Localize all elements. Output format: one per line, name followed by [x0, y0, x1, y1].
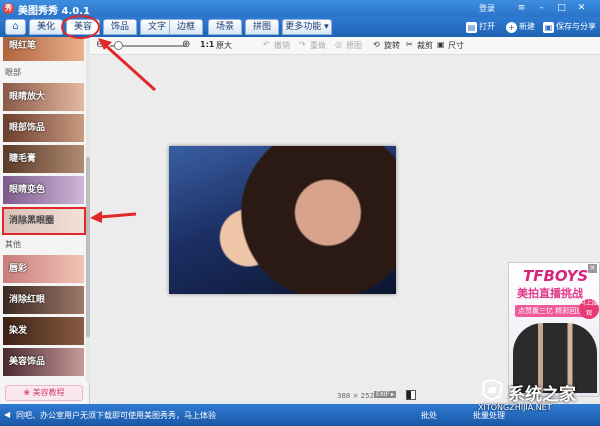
sidebar-item-lip-color[interactable]: 唇彩 — [3, 255, 84, 283]
open-label: 打开 — [479, 22, 495, 31]
speaker-icon: ◀ — [4, 410, 11, 419]
footprint-icon: ❀ — [23, 388, 33, 397]
control-bar: ⊖ ⊕ 1:1 原大 ↶ 撤销 ↷ 重做 ◎ 原图 ⟲ 旋转 ✂ 裁剪 ▣ 尺寸 — [90, 37, 600, 55]
save-icon: ▣ — [543, 21, 554, 33]
zoom-actual-button[interactable]: 1:1 — [200, 40, 214, 49]
beauty-tutorial-button[interactable]: ❀ 美容教程 — [5, 385, 83, 401]
section-eyes-label: 眼部 — [5, 68, 21, 77]
ad-badge: 马上围观 — [579, 299, 599, 319]
ad-close-icon[interactable]: ✕ — [588, 264, 597, 273]
tab-scene[interactable]: 场景 — [208, 19, 242, 35]
ad-banner[interactable]: TFBOYS 美拍直播挑战 点赞赢三亿 精彩回放 马上围观 — [508, 262, 600, 397]
compare-icon[interactable] — [406, 390, 416, 400]
watermark-title: 系统之家 — [508, 385, 576, 405]
menu-icon[interactable]: ≡ — [516, 3, 527, 14]
exif-button[interactable]: EXIF ▸ — [374, 391, 397, 398]
login-link[interactable]: 登录 — [479, 3, 495, 14]
save-label: 保存与分享 — [556, 22, 596, 31]
zoom-out-icon[interactable]: ⊖ — [96, 39, 104, 50]
original-button[interactable]: 原图 — [346, 40, 362, 51]
undo-button[interactable]: 撤销 — [274, 40, 290, 51]
annotation-box — [2, 207, 86, 235]
new-button[interactable]: + 新建 — [506, 20, 535, 34]
resize-button[interactable]: 尺寸 — [448, 40, 464, 51]
app-logo: 秀 — [3, 3, 14, 14]
original-icon[interactable]: ◎ — [335, 40, 342, 49]
crop-icon[interactable]: ✂ — [406, 40, 413, 49]
tab-beautify[interactable]: 美化 — [29, 19, 63, 35]
sidebar-item-enlarge-eyes[interactable]: 眼睛放大 — [3, 83, 84, 111]
close-icon[interactable]: ✕ — [576, 3, 587, 14]
watermark: 系统之家 XITONGZHIJIA.NET — [460, 378, 600, 418]
sidebar-item-beauty-accessories[interactable]: 美容饰品 — [3, 348, 84, 376]
save-share-button[interactable]: ▣ 保存与分享 — [543, 20, 596, 34]
title-bar: 秀 美图秀秀 4.0.1 登录 ≡ – □ ✕ — [0, 0, 600, 17]
section-other-label: 其他 — [5, 240, 21, 249]
tab-more-features[interactable]: 更多功能 ▾ — [282, 19, 332, 35]
sidebar-item-eye-accessories[interactable]: 眼部饰品 — [3, 114, 84, 142]
zoom-in-icon[interactable]: ⊕ — [182, 39, 190, 50]
tab-collage[interactable]: 拼图 — [245, 19, 279, 35]
redo-button[interactable]: 重做 — [310, 40, 326, 51]
sidebar-item-red-eye[interactable]: 消除红眼 — [3, 286, 84, 314]
zoom-slider-handle[interactable] — [114, 41, 123, 50]
original-size-button[interactable]: 原大 — [216, 40, 232, 51]
annotation-circle — [61, 15, 100, 39]
new-label: 新建 — [519, 22, 535, 31]
maximize-icon[interactable]: □ — [556, 3, 567, 14]
undo-icon[interactable]: ↶ — [263, 40, 270, 49]
batch-label[interactable]: 批处 — [421, 410, 437, 421]
rotate-button[interactable]: 旋转 — [384, 40, 400, 51]
sidebar-item-hair-dye[interactable]: 染发 — [3, 317, 84, 345]
edited-photo[interactable] — [169, 146, 396, 294]
open-button[interactable]: ▤ 打开 — [466, 20, 495, 34]
plus-icon: + — [506, 21, 517, 33]
ad-title: TFBOYS — [523, 267, 589, 285]
sidebar-item-eye-color[interactable]: 眼睛变色 — [3, 176, 84, 204]
resize-icon[interactable]: ▣ — [437, 40, 445, 49]
image-size-label: 388 × 252 — [337, 392, 375, 400]
watermark-logo-icon — [481, 378, 504, 402]
redo-icon[interactable]: ↷ — [299, 40, 306, 49]
beauty-tutorial-label: 美容教程 — [32, 388, 65, 397]
sidebar-item-eye-pen[interactable]: 眼红笔 — [3, 37, 84, 61]
watermark-site: XITONGZHIJIA.NET — [478, 403, 552, 412]
minimize-icon[interactable]: – — [536, 3, 547, 14]
tab-border[interactable]: 边框 — [169, 19, 203, 35]
crop-button[interactable]: 裁剪 — [417, 40, 433, 51]
ad-subtitle: 美拍直播挑战 — [517, 287, 583, 300]
home-icon[interactable]: ⌂ — [5, 19, 26, 35]
folder-icon: ▤ — [466, 21, 477, 33]
tab-accessories[interactable]: 饰品 — [103, 19, 137, 35]
rotate-icon[interactable]: ⟲ — [373, 40, 380, 49]
sidebar-item-mascara[interactable]: 睫毛膏 — [3, 145, 84, 173]
ad-tag: 点赞赢三亿 精彩回放 — [515, 305, 587, 317]
status-message[interactable]: 同吧、办公室用户无须下载即可使用美图秀秀，马上体验 — [16, 410, 216, 421]
